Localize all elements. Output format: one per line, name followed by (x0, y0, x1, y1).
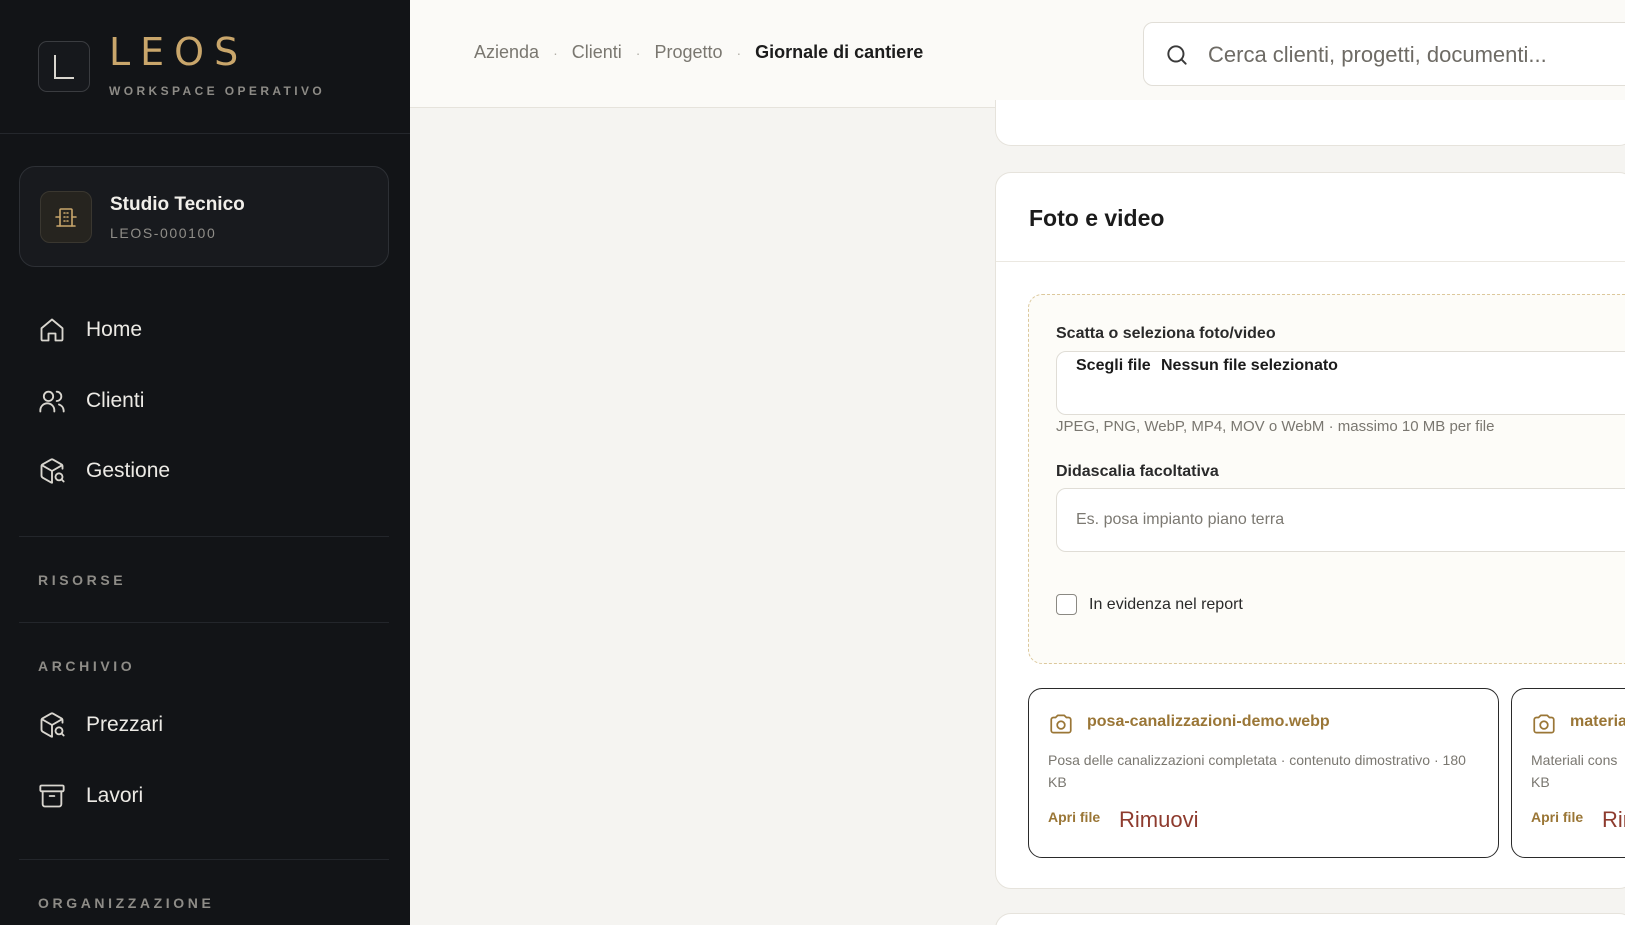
package-search-icon (38, 711, 66, 739)
remove-file-button[interactable]: Rimuovi (1119, 807, 1198, 833)
package-search-icon (38, 457, 66, 485)
caption-label: Didascalia facoltativa (1056, 463, 1219, 480)
breadcrumb-current: Giornale di cantiere (755, 42, 924, 62)
section-label-organizzazione: ORGANIZZAZIONE (38, 895, 215, 911)
caption-input[interactable] (1076, 507, 1625, 533)
search-box[interactable] (1143, 22, 1625, 86)
search-input[interactable] (1208, 37, 1625, 73)
sidebar-item-clienti[interactable]: Clienti (38, 383, 144, 419)
upload-label: Scatta o seleziona foto/video (1056, 325, 1276, 342)
building-icon (40, 191, 92, 243)
highlight-option[interactable]: In evidenza nel report (1056, 594, 1243, 615)
next-card (995, 913, 1625, 925)
breadcrumb-separator: · (553, 44, 558, 61)
breadcrumb-separator: · (736, 44, 742, 61)
brand-subtitle: WORKSPACE OPERATIVO (109, 84, 326, 98)
breadcrumb: Azienda · Clienti · Progetto · Giornale … (474, 42, 923, 63)
top-bar: Azienda · Clienti · Progetto · Giornale … (410, 0, 1625, 108)
media-file-description: Materiali cons KB (1531, 752, 1618, 790)
caption-field[interactable] (1056, 488, 1625, 552)
sidebar-item-home[interactable]: Home (38, 312, 142, 348)
sidebar-item-gestione[interactable]: Gestione (38, 453, 170, 489)
sidebar-item-lavori[interactable]: Lavori (38, 778, 143, 814)
search-icon (1164, 42, 1190, 73)
media-file-card: materia Materiali cons KB Apri file Rir (1511, 688, 1625, 858)
workspace-code: LEOS-000100 (110, 225, 217, 241)
card-header: Foto e video (996, 173, 1625, 262)
media-file-description: Posa delle canalizzazioni completata · c… (1048, 752, 1466, 790)
brand-logo[interactable] (38, 41, 90, 92)
sidebar-item-label: Home (86, 318, 143, 341)
brand-name: LEOS (109, 30, 249, 74)
sidebar-item-label: Clienti (86, 389, 145, 412)
open-file-link[interactable]: Apri file (1048, 809, 1100, 825)
brand-header: LEOS WORKSPACE OPERATIVO (0, 0, 410, 134)
highlight-checkbox[interactable] (1056, 594, 1077, 615)
sidebar-item-prezzari[interactable]: Prezzari (38, 707, 163, 743)
media-card-section: Foto e video Scatta o seleziona foto/vid… (995, 172, 1625, 889)
highlight-label: In evidenza nel report (1089, 595, 1243, 613)
breadcrumb-separator: · (635, 44, 641, 61)
workspace-card[interactable]: Studio Tecnico LEOS-000100 (19, 166, 389, 267)
home-icon (38, 316, 66, 344)
workspace-name: Studio Tecnico (110, 194, 245, 215)
section-label-archivio: ARCHIVIO (38, 658, 136, 674)
users-icon (38, 387, 66, 415)
archive-icon (38, 782, 66, 810)
section-title: Foto e video (1029, 205, 1165, 231)
open-file-link[interactable]: Apri file (1531, 809, 1583, 825)
sidebar-item-label: Gestione (86, 459, 171, 482)
media-file-card: posa-canalizzazioni-demo.webp Posa delle… (1028, 688, 1499, 858)
remove-file-button[interactable]: Rir (1602, 807, 1625, 833)
sidebar: LEOS WORKSPACE OPERATIVO Studio Tecnico … (0, 0, 410, 925)
sidebar-item-label: Lavori (86, 784, 144, 807)
file-input[interactable]: Scegli file Nessun file selezionato (1056, 351, 1625, 415)
section-label-risorse: RISORSE (38, 572, 127, 588)
divider (19, 859, 389, 860)
breadcrumb-progetto[interactable]: Progetto (654, 42, 722, 63)
breadcrumb-azienda[interactable]: Azienda (474, 42, 539, 63)
camera-icon (1531, 711, 1557, 742)
choose-file-button[interactable]: Scegli file (1076, 357, 1151, 375)
breadcrumb-clienti[interactable]: Clienti (572, 42, 622, 63)
file-status: Nessun file selezionato (1161, 357, 1338, 374)
divider (19, 536, 389, 537)
media-file-name: materia (1570, 713, 1625, 730)
file-hint: JPEG, PNG, WebP, MP4, MOV o WebM · massi… (1056, 418, 1495, 435)
media-file-name: posa-canalizzazioni-demo.webp (1087, 713, 1330, 730)
divider (19, 622, 389, 623)
upload-zone[interactable]: Scatta o seleziona foto/video Scegli fil… (1028, 294, 1625, 664)
previous-card (995, 100, 1625, 146)
camera-icon (1048, 711, 1074, 742)
sidebar-item-label: Prezzari (86, 713, 164, 736)
